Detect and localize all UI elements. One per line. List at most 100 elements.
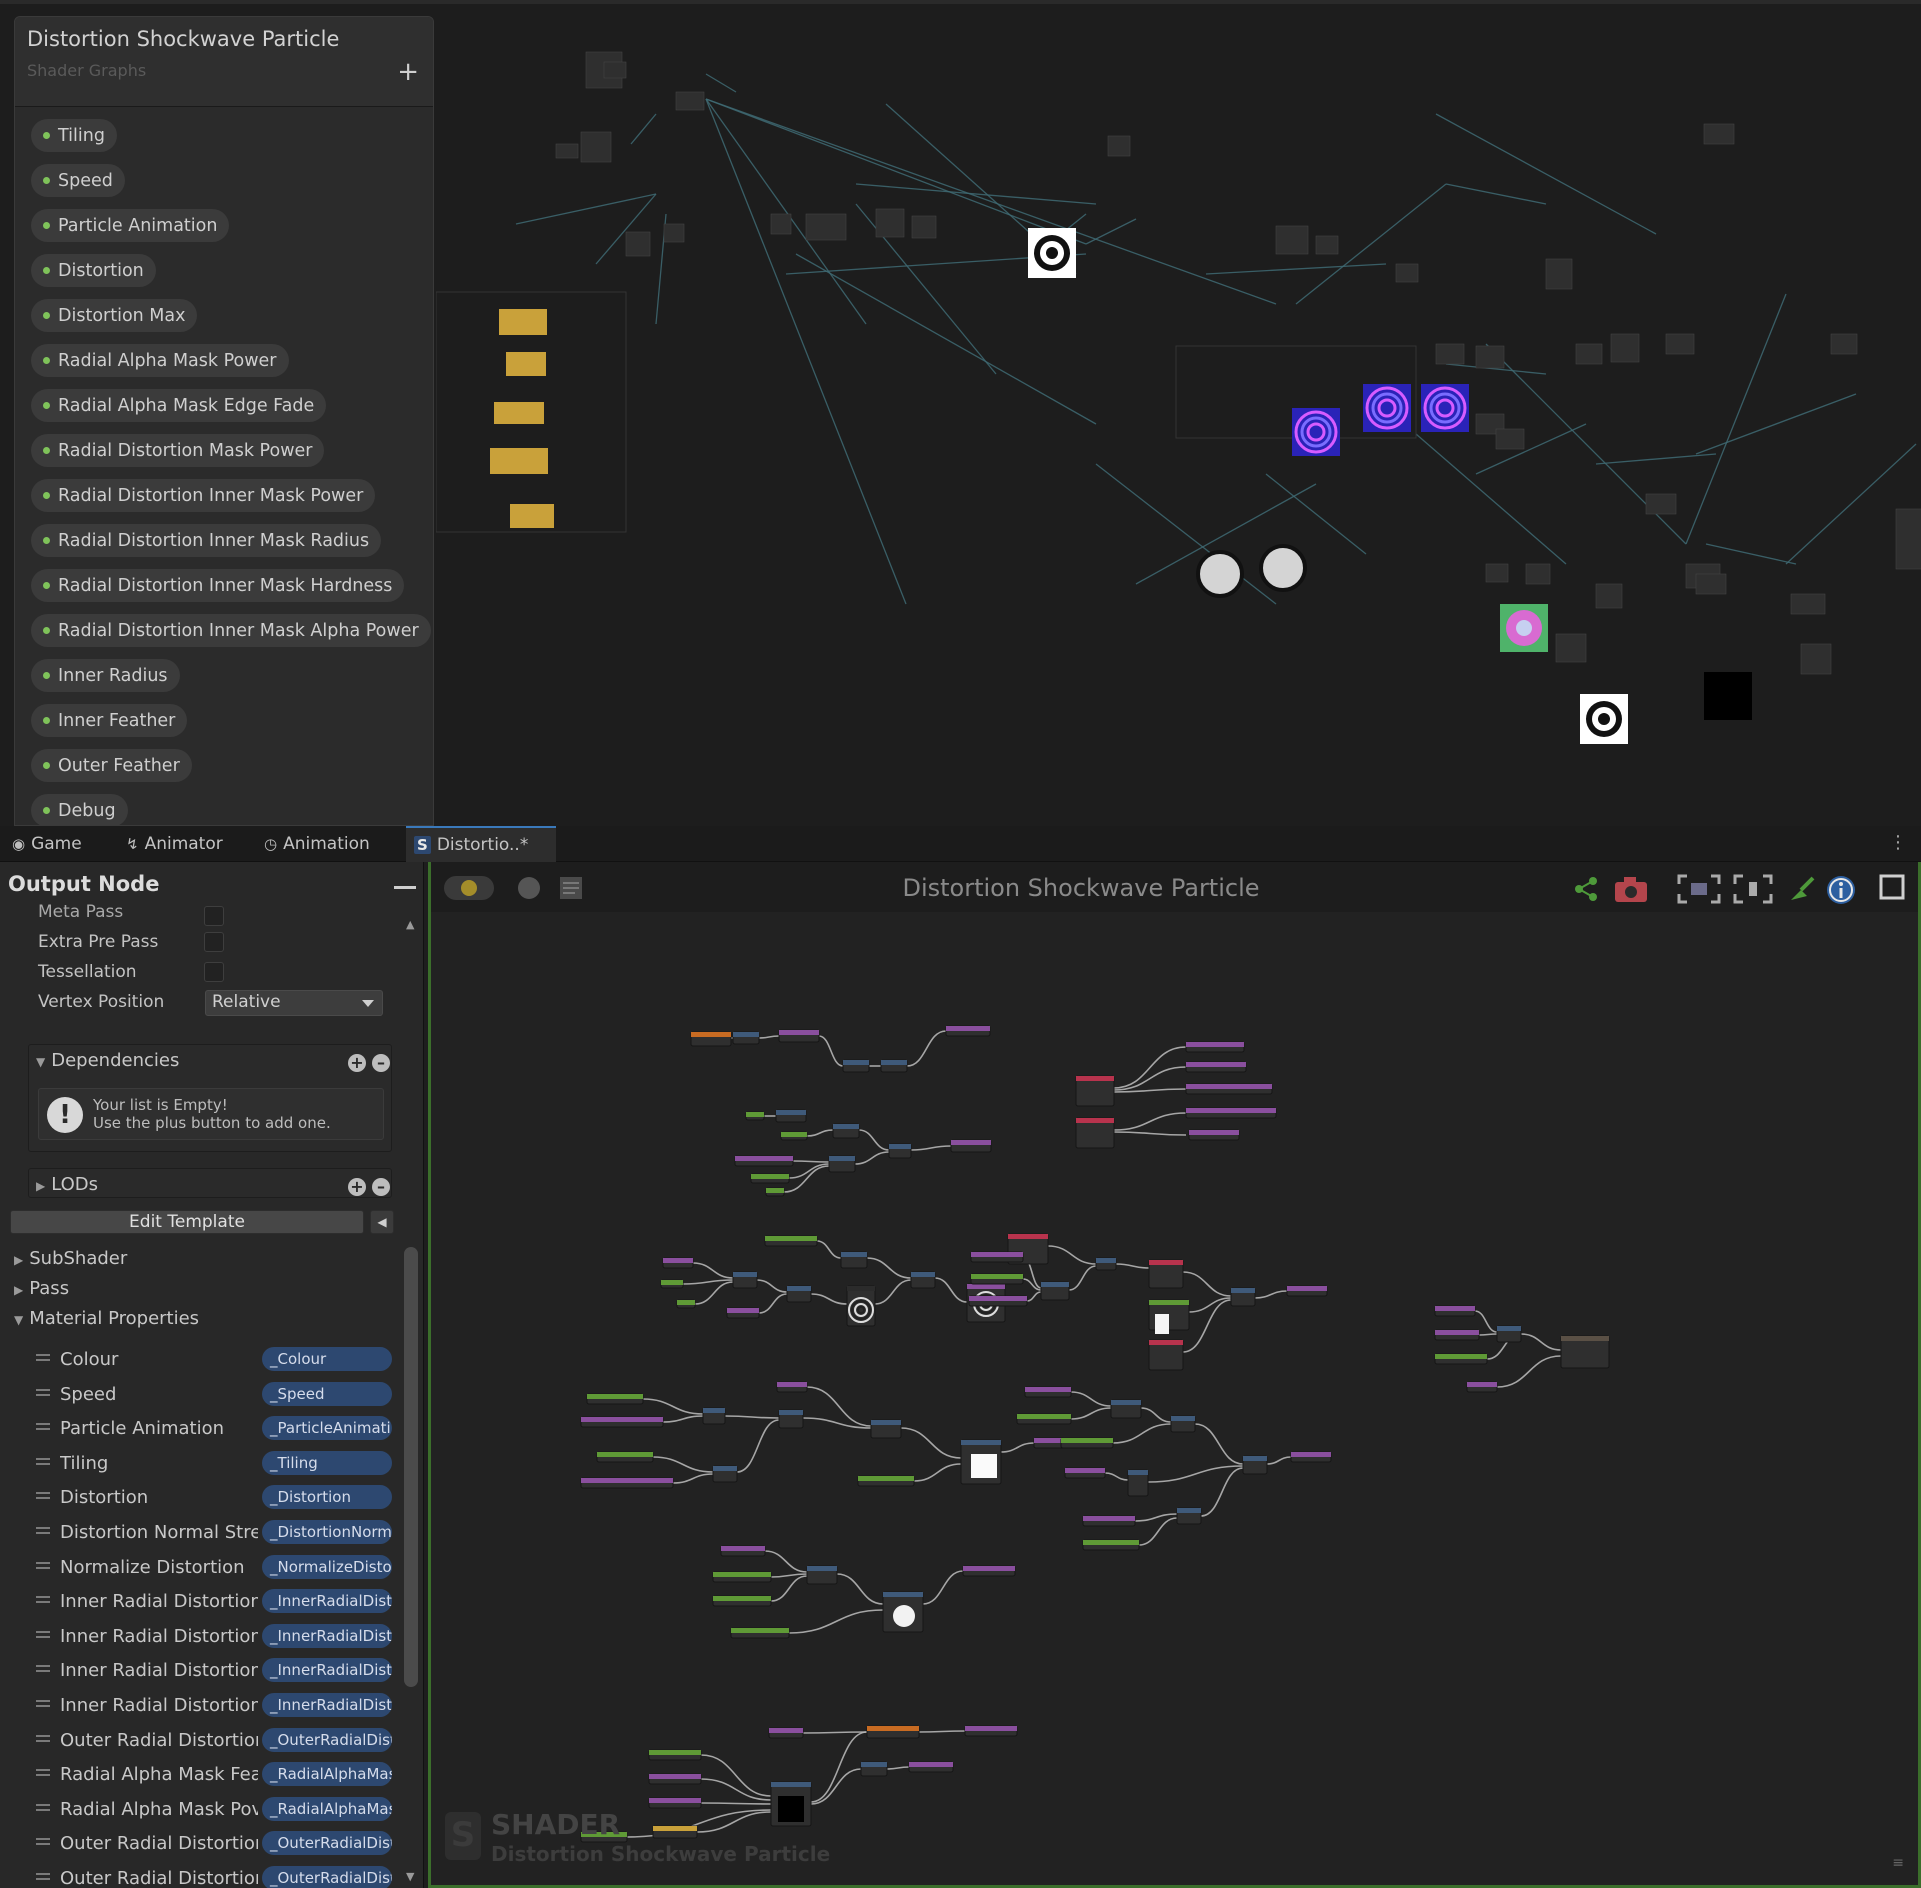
more-options-icon[interactable]: ⋮ <box>1889 832 1907 853</box>
material-property-row[interactable]: Outer Radial Distortion _OuterRadialDist <box>0 1828 400 1862</box>
overview-node[interactable] <box>1645 493 1677 515</box>
graph-node[interactable] <box>860 1761 888 1777</box>
graph-node[interactable] <box>596 1451 654 1463</box>
property-pill[interactable]: Radial Distortion Inner Mask Radius <box>31 524 382 557</box>
overview-comment-node[interactable] <box>506 352 546 376</box>
property-pill[interactable]: Particle Animation <box>31 209 230 242</box>
overview-node[interactable] <box>580 131 612 163</box>
overview-node[interactable] <box>1525 563 1551 585</box>
graph-node[interactable] <box>1095 1257 1117 1271</box>
overview-node[interactable] <box>1107 135 1131 157</box>
graph-node[interactable] <box>648 1797 702 1809</box>
graph-node[interactable] <box>842 1059 870 1073</box>
graph-node[interactable] <box>1170 1415 1196 1433</box>
meta-pass-checkbox[interactable] <box>204 906 224 926</box>
graph-node[interactable] <box>720 1545 766 1557</box>
graph-node[interactable] <box>870 1419 902 1439</box>
inspector-scrollbar-thumb[interactable] <box>404 1247 418 1687</box>
graph-node[interactable] <box>806 1565 838 1585</box>
material-property-row[interactable]: Normalize Distortion _NormalizeDisto <box>0 1552 400 1586</box>
property-pill[interactable]: Outer Feather <box>31 749 192 782</box>
graph-node[interactable] <box>1185 1107 1277 1119</box>
drag-handle-icon[interactable] <box>36 1423 50 1426</box>
drag-handle-icon[interactable] <box>36 1665 50 1668</box>
material-property-row[interactable]: Colour _Colour <box>0 1344 400 1378</box>
graph-node[interactable] <box>648 1773 702 1785</box>
subshader-foldout[interactable]: ▶ SubShader <box>14 1248 127 1269</box>
overview-node[interactable] <box>675 91 705 111</box>
material-property-reference[interactable]: _InnerRadialDist <box>262 1623 392 1648</box>
graph-node[interactable] <box>712 1595 772 1607</box>
material-property-row[interactable]: Particle Animation _ParticleAnimati <box>0 1413 400 1447</box>
material-property-reference[interactable]: _OuterRadialDist <box>262 1727 392 1752</box>
overview-node[interactable] <box>1695 573 1727 595</box>
overview-node[interactable] <box>1315 235 1339 255</box>
graph-node[interactable] <box>1286 1285 1328 1297</box>
overview-node[interactable] <box>875 208 905 238</box>
graph-node[interactable] <box>778 1029 820 1043</box>
graph-node[interactable] <box>970 1273 1024 1285</box>
tab-game[interactable]: ◉ Game <box>4 826 90 862</box>
graph-node[interactable] <box>768 1727 804 1739</box>
overview-node[interactable] <box>1435 343 1465 365</box>
overview-node[interactable] <box>1595 583 1623 609</box>
overview-node[interactable] <box>1790 593 1826 615</box>
material-property-reference[interactable]: _Tiling <box>262 1450 392 1475</box>
material-property-reference[interactable]: _InnerRadialDist <box>262 1658 392 1683</box>
graph-node[interactable] <box>840 1251 868 1269</box>
graph-node[interactable] <box>1040 1281 1070 1301</box>
graph-node[interactable] <box>778 1409 804 1429</box>
material-property-reference[interactable]: _Colour <box>262 1347 392 1371</box>
info-icon[interactable] <box>1825 874 1857 912</box>
material-property-reference[interactable]: _OuterRadialDist <box>262 1831 392 1856</box>
property-pill[interactable]: Distortion Max <box>31 299 198 332</box>
material-property-row[interactable]: Radial Alpha Mask Pov _RadialAlphaMas <box>0 1794 400 1828</box>
graph-node[interactable] <box>1176 1507 1202 1525</box>
graph-node[interactable] <box>968 1295 1028 1307</box>
material-property-reference[interactable]: _NormalizeDisto <box>262 1554 392 1579</box>
overview-node[interactable] <box>770 213 792 235</box>
property-pill[interactable]: Radial Distortion Inner Mask Power <box>31 479 376 512</box>
graph-node[interactable] <box>1560 1335 1610 1369</box>
graph-node[interactable] <box>945 1025 991 1037</box>
material-property-reference[interactable]: _DistortionNorm <box>262 1520 392 1544</box>
material-property-reference[interactable]: _ParticleAnimati <box>262 1416 392 1441</box>
drag-handle-icon[interactable] <box>36 1700 50 1702</box>
drag-handle-icon[interactable] <box>36 1527 50 1529</box>
edit-template-arrow-button[interactable]: ◀ <box>370 1210 394 1234</box>
graph-node[interactable] <box>765 1187 785 1197</box>
material-property-reference[interactable]: _RadialAlphaMas <box>262 1762 392 1787</box>
graph-node[interactable] <box>1185 1083 1273 1095</box>
material-property-reference[interactable]: _OuterRadialDist <box>262 1866 392 1888</box>
dependencies-header[interactable]: ▼ Dependencies <box>36 1050 179 1071</box>
camera-icon[interactable] <box>1613 874 1649 910</box>
property-pill[interactable]: Tiling <box>31 119 117 152</box>
graph-node[interactable] <box>750 1173 790 1184</box>
scroll-down-icon[interactable]: ▼ <box>406 1870 414 1883</box>
overview-node[interactable] <box>1555 633 1587 663</box>
graph-node[interactable] <box>964 1725 1018 1737</box>
graph-node[interactable] <box>1242 1455 1268 1475</box>
overview-node[interactable] <box>555 143 579 159</box>
drag-handle-icon[interactable] <box>36 1354 50 1356</box>
graph-node[interactable] <box>660 1279 684 1289</box>
property-pill[interactable]: Speed <box>31 164 125 197</box>
overview-node[interactable] <box>1475 345 1505 369</box>
graph-node[interactable] <box>1188 1129 1240 1141</box>
edit-template-button[interactable]: Edit Template <box>10 1210 364 1234</box>
graph-node[interactable] <box>712 1571 772 1583</box>
extra-pre-pass-checkbox[interactable] <box>204 932 224 952</box>
graph-node[interactable] <box>1496 1325 1522 1343</box>
overview-node[interactable] <box>1800 643 1832 675</box>
overview-node[interactable] <box>1703 123 1735 145</box>
material-property-row[interactable]: Speed _Speed <box>0 1379 400 1413</box>
tab-shader-editor[interactable]: S Distortio..* <box>406 826 556 862</box>
graph-node[interactable] <box>1185 1041 1245 1053</box>
drag-handle-icon[interactable] <box>36 1561 50 1564</box>
graph-node[interactable] <box>832 1123 860 1139</box>
graph-node[interactable] <box>1230 1287 1256 1307</box>
overview-node[interactable] <box>911 215 937 239</box>
material-property-row[interactable]: Inner Radial Distortion _InnerRadialDist <box>0 1621 400 1655</box>
material-property-row[interactable]: Radial Alpha Mask Fea _RadialAlphaMas <box>0 1759 400 1793</box>
property-pill[interactable]: Distortion <box>31 254 156 287</box>
